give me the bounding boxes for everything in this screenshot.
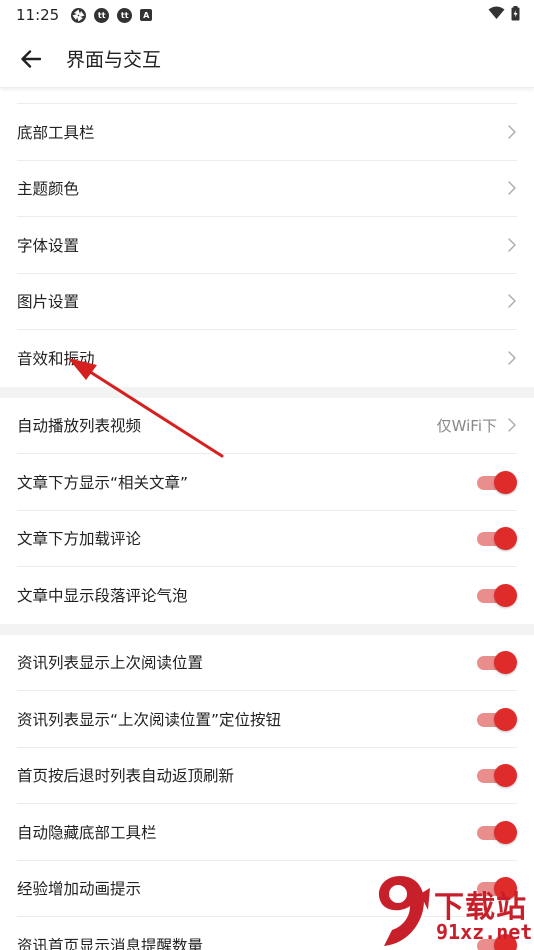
setting-label: 资讯列表显示“上次阅读位置”定位按钮 [17, 710, 282, 729]
setting-label: 自动隐藏底部工具栏 [17, 823, 157, 842]
toggle-thumb [494, 584, 517, 608]
setting-label: 资讯首页显示消息提醒数量 [17, 937, 204, 950]
toutiao-icon: tt [117, 7, 133, 23]
setting-toggle-row[interactable]: 自动隐藏底部工具栏 [17, 804, 517, 861]
toggle-switch[interactable] [477, 651, 517, 675]
setting-toggle-row[interactable]: 经验增加动画提示 [17, 861, 517, 917]
page-title: 界面与交互 [66, 49, 162, 71]
setting-nav-row[interactable]: 字体设置 [17, 217, 517, 274]
setting-nav-row[interactable]: 图片设置 [17, 274, 517, 330]
setting-label: 音效和振动 [17, 350, 95, 369]
setting-toggle-row[interactable]: 文章下方显示“相关文章” [17, 454, 517, 511]
setting-toggle-row[interactable]: 首页按后退时列表自动返顶刷新 [17, 748, 517, 804]
toggle-switch[interactable] [477, 764, 517, 788]
setting-toggle-row[interactable]: 资讯首页显示消息提醒数量 [17, 917, 517, 950]
toggle-switch[interactable] [477, 584, 517, 608]
chevron-right-icon [507, 180, 517, 196]
toggle-switch[interactable] [477, 707, 517, 731]
settings-group: 底部工具栏主题颜色字体设置图片设置音效和振动 [0, 104, 534, 387]
toggle-thumb [494, 470, 517, 494]
setting-label: 底部工具栏 [17, 123, 95, 142]
a-icon: A [140, 9, 153, 21]
chevron-right-icon [507, 293, 517, 309]
section-separator [0, 623, 534, 635]
toggle-switch[interactable] [477, 934, 517, 950]
setting-label: 字体设置 [17, 236, 80, 255]
status-time: 11:25 [16, 6, 60, 24]
settings-list: 底部工具栏主题颜色字体设置图片设置音效和振动自动播放列表视频 仅WiFi下文章下方… [0, 104, 534, 950]
app-bar: 界面与交互 [0, 30, 534, 88]
setting-label: 图片设置 [17, 293, 80, 312]
toggle-switch[interactable] [477, 877, 517, 901]
toggle-switch[interactable] [477, 820, 517, 844]
arrow-left-icon[interactable] [18, 46, 44, 72]
settings-group: 资讯列表显示上次阅读位置资讯列表显示“上次阅读位置”定位按钮 首页按后退时列表自动… [0, 634, 534, 950]
setting-nav-row[interactable]: 音效和振动 [17, 330, 517, 387]
battery-icon [511, 5, 520, 25]
settings-group: 自动播放列表视频 仅WiFi下文章下方显示“相关文章” 文章下方加载评论文章中显示段… [0, 397, 534, 624]
setting-label: 经验增加动画提示 [17, 880, 142, 899]
setting-label: 资讯列表显示上次阅读位置 [17, 654, 204, 673]
setting-nav-row[interactable]: 底部工具栏 [17, 104, 517, 161]
toggle-thumb [494, 651, 517, 675]
setting-label: 文章下方显示“相关文章” [17, 473, 189, 492]
setting-nav-row[interactable]: 主题颜色 [17, 161, 517, 217]
section-separator [0, 386, 534, 398]
toutiao-icon: tt [94, 7, 110, 23]
chevron-right-icon [507, 237, 517, 253]
setting-label: 文章下方加载评论 [17, 530, 142, 549]
chevron-right-icon [507, 124, 517, 140]
aperture-icon [71, 7, 87, 23]
status-bar: 11:25 tt tt A [0, 0, 534, 30]
setting-label: 主题颜色 [17, 180, 80, 199]
toggle-thumb [494, 527, 517, 551]
toggle-thumb [494, 707, 517, 731]
list-top-divider [17, 88, 517, 104]
setting-toggle-row[interactable]: 资讯列表显示“上次阅读位置”定位按钮 [17, 691, 517, 748]
setting-label: 文章中显示段落评论气泡 [17, 587, 188, 606]
setting-label: 自动播放列表视频 [17, 417, 142, 436]
toggle-switch[interactable] [477, 470, 517, 494]
setting-nav-row[interactable]: 自动播放列表视频 仅WiFi下 [17, 398, 517, 454]
chevron-right-icon [507, 417, 517, 433]
setting-toggle-row[interactable]: 资讯列表显示上次阅读位置 [17, 635, 517, 691]
toggle-thumb [494, 877, 517, 901]
wifi-icon [488, 6, 505, 24]
toggle-thumb [494, 820, 517, 844]
setting-value: 仅WiFi下 [436, 416, 497, 435]
toggle-thumb [494, 764, 517, 788]
chevron-right-icon [507, 350, 517, 366]
toggle-thumb [494, 934, 517, 950]
setting-toggle-row[interactable]: 文章下方加载评论 [17, 511, 517, 567]
toggle-switch[interactable] [477, 527, 517, 551]
setting-label: 首页按后退时列表自动返顶刷新 [17, 767, 235, 786]
setting-toggle-row[interactable]: 文章中显示段落评论气泡 [17, 567, 517, 624]
